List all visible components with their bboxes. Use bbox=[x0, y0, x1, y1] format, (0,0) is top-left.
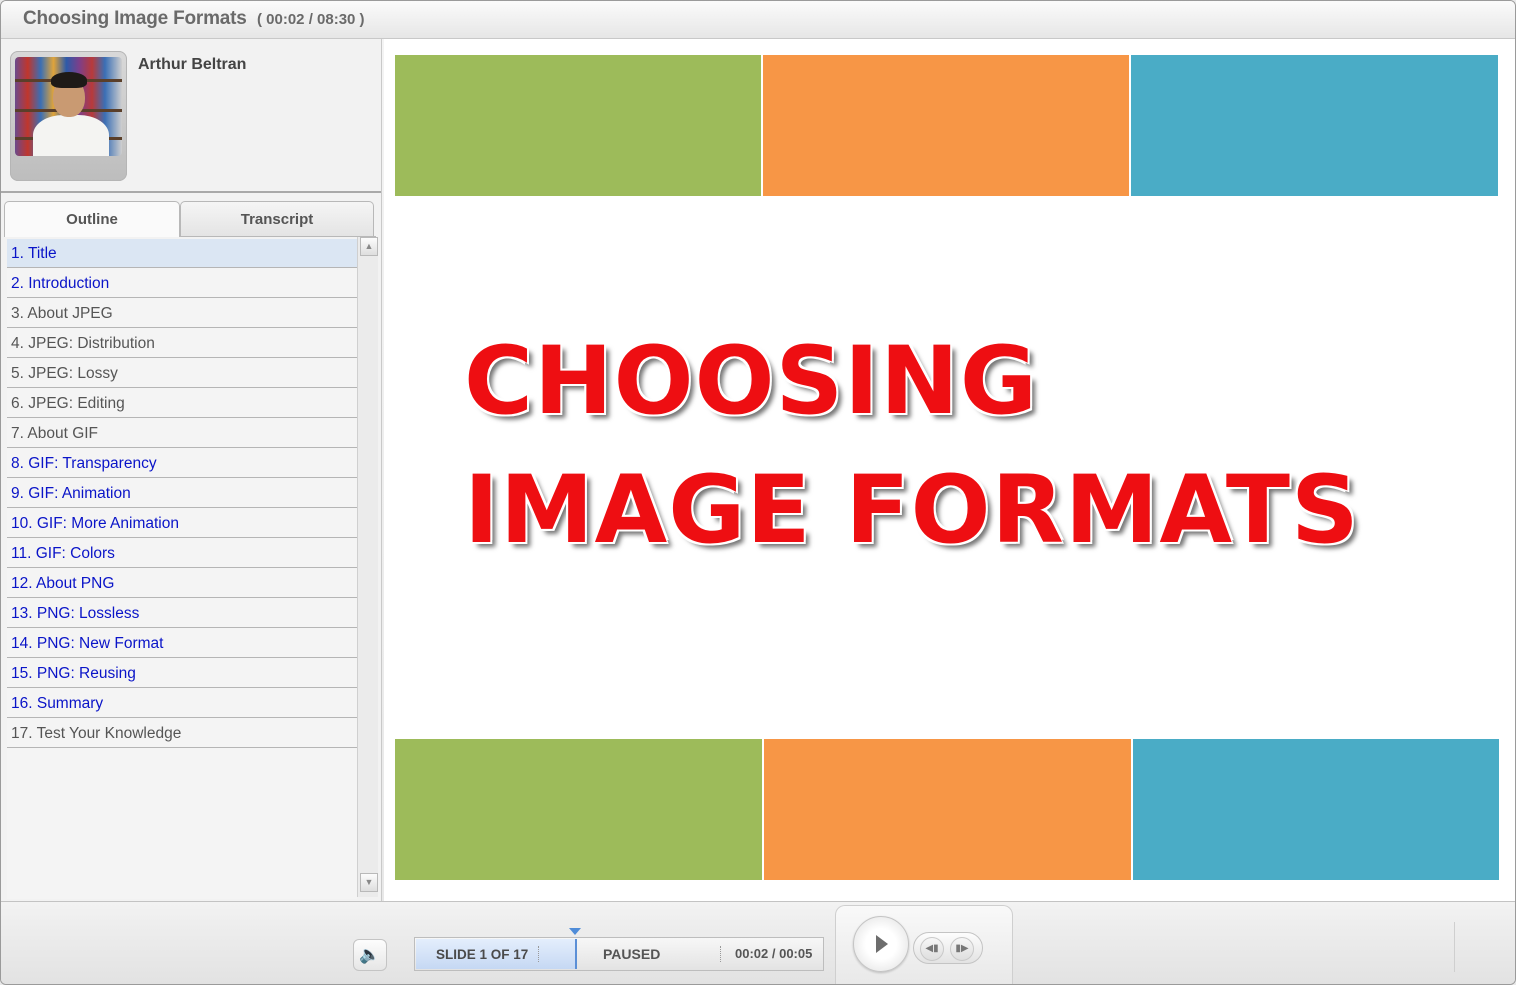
outline-list: 1. Title 2. Introduction 3. About JPEG 4. J… bbox=[7, 239, 357, 899]
bottom-green-block bbox=[395, 739, 762, 880]
title-bar: Choosing Image Formats ( 00:02 / 08:30 ) bbox=[1, 1, 1515, 39]
heading-line-1: CHOOSING bbox=[464, 327, 1038, 436]
step-buttons: ◀▮ ▮▶ bbox=[913, 932, 983, 964]
outline-item[interactable]: 5. JPEG: Lossy bbox=[7, 359, 357, 388]
slide-time: 00:02 / 00:05 bbox=[735, 946, 813, 961]
outline-item[interactable]: 1. Title bbox=[7, 239, 357, 268]
progress-divider bbox=[538, 946, 539, 962]
outline-item[interactable]: 8. GIF: Transparency bbox=[7, 449, 357, 478]
outline-item[interactable]: 7. About GIF bbox=[7, 419, 357, 448]
outline-item[interactable]: 14. PNG: New Format bbox=[7, 629, 357, 658]
scroll-up-icon[interactable]: ▲ bbox=[360, 237, 378, 256]
outline-item[interactable]: 16. Summary bbox=[7, 689, 357, 718]
outline-item[interactable]: 4. JPEG: Distribution bbox=[7, 329, 357, 358]
outline-item[interactable]: 11. GIF: Colors bbox=[7, 539, 357, 568]
player-window: Choosing Image Formats ( 00:02 / 08:30 )… bbox=[0, 0, 1516, 985]
sidebar-tabs: Outline Transcript bbox=[4, 201, 376, 237]
slide-position: SLIDE 1 OF 17 bbox=[416, 939, 577, 969]
presenter-photo-frame bbox=[10, 51, 127, 181]
outline-item[interactable]: 17. Test Your Knowledge bbox=[7, 719, 357, 748]
bottom-blue-block bbox=[1133, 739, 1499, 880]
scroll-down-icon[interactable]: ▼ bbox=[360, 873, 378, 892]
slide-canvas: CHOOSING IMAGE FORMATS bbox=[384, 39, 1515, 901]
course-time: ( 00:02 / 08:30 ) bbox=[257, 11, 365, 28]
sidebar: Arthur Beltran Outline Transcript 1. Tit… bbox=[1, 39, 382, 901]
outline-item[interactable]: 12. About PNG bbox=[7, 569, 357, 598]
previous-icon[interactable]: ◀▮ bbox=[920, 937, 944, 961]
slide-heading: CHOOSING IMAGE FORMATS bbox=[464, 335, 1360, 558]
outline-item[interactable]: 10. GIF: More Animation bbox=[7, 509, 357, 538]
presenter-name: Arthur Beltran bbox=[138, 56, 247, 73]
outline-item[interactable]: 13. PNG: Lossless bbox=[7, 599, 357, 628]
outline-item[interactable]: 6. JPEG: Editing bbox=[7, 389, 357, 418]
playhead-marker-icon[interactable] bbox=[569, 928, 581, 935]
playback-status: PAUSED bbox=[603, 946, 661, 962]
outline-item[interactable]: 2. Introduction bbox=[7, 269, 357, 298]
outline-item[interactable]: 15. PNG: Reusing bbox=[7, 659, 357, 688]
player-controls: 🔈 SLIDE 1 OF 17 PAUSED 00:02 / 00:05 ◀▮ … bbox=[1, 901, 1515, 984]
outline-item[interactable]: 3. About JPEG bbox=[7, 299, 357, 328]
controls-divider bbox=[1454, 922, 1455, 972]
play-icon[interactable] bbox=[853, 916, 909, 972]
progress-bar[interactable]: SLIDE 1 OF 17 PAUSED 00:02 / 00:05 bbox=[414, 937, 824, 971]
course-title: Choosing Image Formats bbox=[23, 8, 247, 29]
progress-divider bbox=[720, 946, 721, 962]
top-green-block bbox=[395, 55, 761, 196]
volume-icon[interactable]: 🔈 bbox=[353, 939, 387, 971]
next-icon[interactable]: ▮▶ bbox=[950, 937, 974, 961]
top-blue-block bbox=[1131, 55, 1498, 196]
presenter-panel: Arthur Beltran bbox=[1, 39, 381, 193]
outline-item[interactable]: 9. GIF: Animation bbox=[7, 479, 357, 508]
outline-scrollbar[interactable]: ▲ ▼ bbox=[357, 237, 378, 897]
tab-outline[interactable]: Outline bbox=[4, 201, 180, 237]
top-orange-block bbox=[763, 55, 1129, 196]
heading-line-2: IMAGE FORMATS bbox=[464, 456, 1360, 565]
tab-transcript[interactable]: Transcript bbox=[180, 201, 374, 236]
bottom-orange-block bbox=[764, 739, 1131, 880]
presenter-photo bbox=[15, 57, 122, 156]
